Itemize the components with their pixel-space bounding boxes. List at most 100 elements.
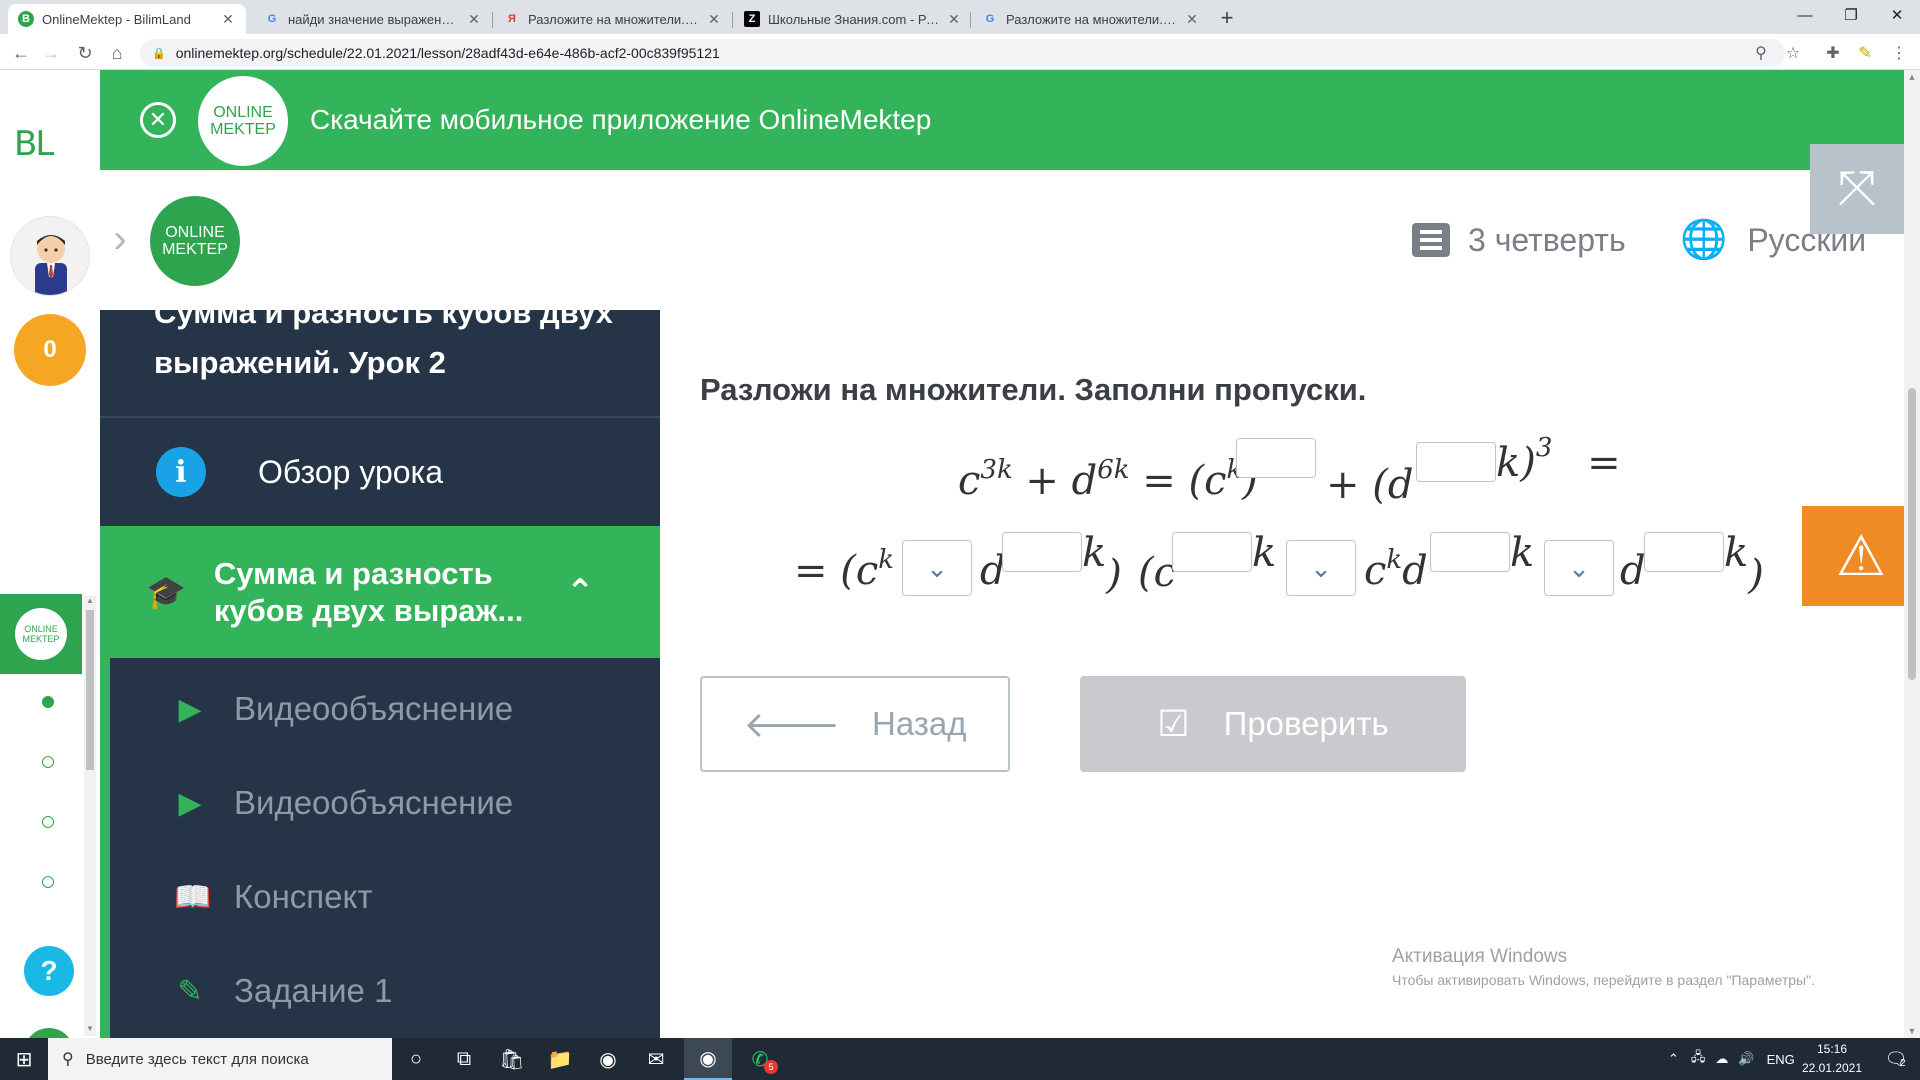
scroll-up-icon[interactable]: ▲ [84,596,96,608]
file-explorer-icon[interactable]: 📁 [536,1038,584,1080]
chevron-down-icon: ⌄ [926,552,948,583]
banner-onlinemektep-logo: ONLINE MEKTEP [198,76,288,166]
rail-dot[interactable] [42,816,54,828]
scroll-up-icon[interactable]: ▲ [1904,72,1920,82]
window-close-icon[interactable]: ✕ [1874,0,1920,30]
page-scrollbar[interactable]: ▲ ▼ [1904,70,1920,1038]
bookmark-star-icon[interactable]: ☆ [1780,40,1806,66]
lesson-overview-item[interactable]: i Обзор урока [100,420,660,524]
cortana-circle-icon[interactable]: ○ [392,1038,440,1080]
quarter-selector[interactable]: 3 четверть [1412,220,1626,260]
user-avatar[interactable] [10,216,90,296]
tab-close-icon[interactable]: ✕ [946,11,962,28]
browser-tab-yandex[interactable]: Я Разложите на множители. Запо ✕ [494,4,732,34]
minimize-icon[interactable]: — [1782,0,1828,30]
windows-activation-text: Чтобы активировать Windows, перейдите в … [1392,972,1815,988]
google-favicon-icon: G [267,13,277,25]
cloud-icon[interactable]: ☁ [1715,1051,1728,1067]
home-icon[interactable]: ⌂ [104,40,130,66]
browser-tab-google-1[interactable]: G найди значение выражения(5y ✕ [254,4,492,34]
back-arrow-icon[interactable]: ← [8,40,34,66]
windows-activation-title: Активация Windows [1392,946,1568,967]
sidebar-item-summary[interactable]: 📖 Конспект [110,852,660,942]
sign-select-1[interactable]: ⌄ [902,540,972,596]
tab-close-icon[interactable]: ✕ [466,11,482,28]
sidebar-item-task-1[interactable]: ✎ Задание 1 [110,946,660,1036]
equation-line-1-right: + (d [1326,462,1414,508]
restore-icon[interactable]: ❐ [1828,0,1874,30]
header-onlinemektep-logo[interactable]: ONLINE MEKTEP [150,196,240,286]
help-button[interactable]: ? [24,946,74,996]
answer-blank-exponent-6[interactable] [1644,532,1724,572]
collapse-sidebar-chevron-icon[interactable]: › [100,194,140,284]
new-tab-plus-icon[interactable]: + [1214,5,1240,31]
url-field[interactable]: 🔒 onlinemektep.org/schedule/22.01.2021/l… [140,39,1785,67]
coins-counter[interactable]: 0 [14,314,86,386]
extensions-puzzle-icon[interactable]: ✚ [1820,40,1846,66]
chrome-active-icon[interactable]: ◉ [684,1038,732,1080]
tray-chevron-up-icon[interactable]: ⌃ [1668,1051,1679,1067]
equation-line-1-end: k)3 = [1496,433,1621,486]
tab-close-icon[interactable]: ✕ [1184,11,1200,28]
sidebar-item-video-1[interactable]: ▶ Видеообъяснение [110,664,660,754]
taskbar-clock[interactable]: 15:16 22.01.2021 [1794,1040,1870,1078]
clock-date: 22.01.2021 [1801,1061,1863,1075]
taskbar-search-field[interactable]: ⚲ Введите здесь текст для поиска [48,1038,392,1080]
reload-icon[interactable]: ↻ [72,40,98,66]
rail-dot[interactable] [42,876,54,888]
browser-menu-icon[interactable]: ⋮ [1886,40,1912,66]
input-language-indicator[interactable]: ENG [1767,1052,1795,1067]
task-view-icon[interactable]: ⧉ [440,1038,488,1080]
zoom-icon[interactable]: ⚲ [1748,40,1774,66]
banner-close-icon[interactable]: ✕ [140,102,176,138]
report-problem-button[interactable]: ⚠ [1802,506,1920,606]
chrome-icon[interactable]: ◉ [584,1038,632,1080]
answer-blank-exponent-3[interactable] [1002,532,1082,572]
quarter-label: 3 четверть [1468,221,1626,258]
fullscreen-expand-button[interactable]: ⤧ [1810,144,1904,234]
bilimland-logo[interactable]: BL [14,124,54,164]
whatsapp-icon[interactable]: ✆ 5 [736,1038,784,1080]
rail-onlinemektep-item[interactable]: ONLINE MEKTEP [0,594,82,674]
volume-icon[interactable]: 🔊 [1738,1051,1754,1067]
back-button[interactable]: 🡐 Назад [700,676,1010,772]
extension-icon[interactable]: ✎ [1852,40,1878,66]
sidebar-item-video-2[interactable]: ▶ Видеообъяснение [110,758,660,848]
browser-tab-google-2[interactable]: G Разложите на множители. Запо ✕ [972,4,1210,34]
answer-blank-exponent-2[interactable] [1416,442,1496,482]
forward-arrow-icon[interactable]: → [38,40,64,66]
answer-blank-exponent-1[interactable] [1236,438,1316,478]
sign-select-2[interactable]: ⌄ [1286,540,1356,596]
scroll-down-icon[interactable]: ▼ [84,1024,96,1036]
rail-dot[interactable] [42,756,54,768]
equation-line-2-k2: k [1252,530,1277,576]
answer-blank-exponent-5[interactable] [1430,532,1510,572]
equation-line-1-left: c3k + d6k = (ck) [958,455,1258,504]
expand-arrows-icon: ⤧ [1837,162,1877,215]
tab-close-icon[interactable]: ✕ [706,11,722,28]
store-icon[interactable]: 🛍 [488,1038,536,1080]
lesson-section-header[interactable]: 🎓 Сумма и разность кубов двух выраж... ⌃ [110,526,660,658]
arrow-left-icon: 🡐 [743,704,840,745]
rail-scrollbar[interactable]: ▲ ▼ [84,596,96,1036]
page-scroll-thumb[interactable] [1908,388,1916,680]
check-button[interactable]: ☑ Проверить [1080,676,1466,772]
answer-blank-exponent-4[interactable] [1172,532,1252,572]
banner-text[interactable]: Скачайте мобильное приложение OnlineMekt… [310,104,931,136]
windows-start-icon[interactable]: ⊞ [0,1038,48,1080]
rail-scroll-thumb[interactable] [86,610,94,770]
mail-icon[interactable]: ✉ [632,1038,680,1080]
equation-line-2-k: k) [1082,530,1122,598]
browser-tab-onlinemektep[interactable]: B OnlineMektep - BilimLand ✕ [8,4,246,34]
sidebar-item-label: Видеообъяснение [234,784,514,821]
notifications-icon[interactable]: 🗨 2 [1872,1038,1920,1080]
chevron-up-icon[interactable]: ⌃ [566,572,595,612]
rail-dot-active[interactable] [42,696,54,708]
scroll-down-icon[interactable]: ▼ [1904,1026,1920,1036]
browser-tab-znania[interactable]: Z Школьные Знания.com - Решае ✕ [734,4,972,34]
equation-line-2-open2: (c [1138,550,1177,596]
network-icon[interactable]: 🖧 [1691,1048,1706,1070]
sign-select-3[interactable]: ⌄ [1544,540,1614,596]
tab-close-icon[interactable]: ✕ [220,11,236,28]
checkbox-check-icon: ☑ [1157,703,1190,744]
